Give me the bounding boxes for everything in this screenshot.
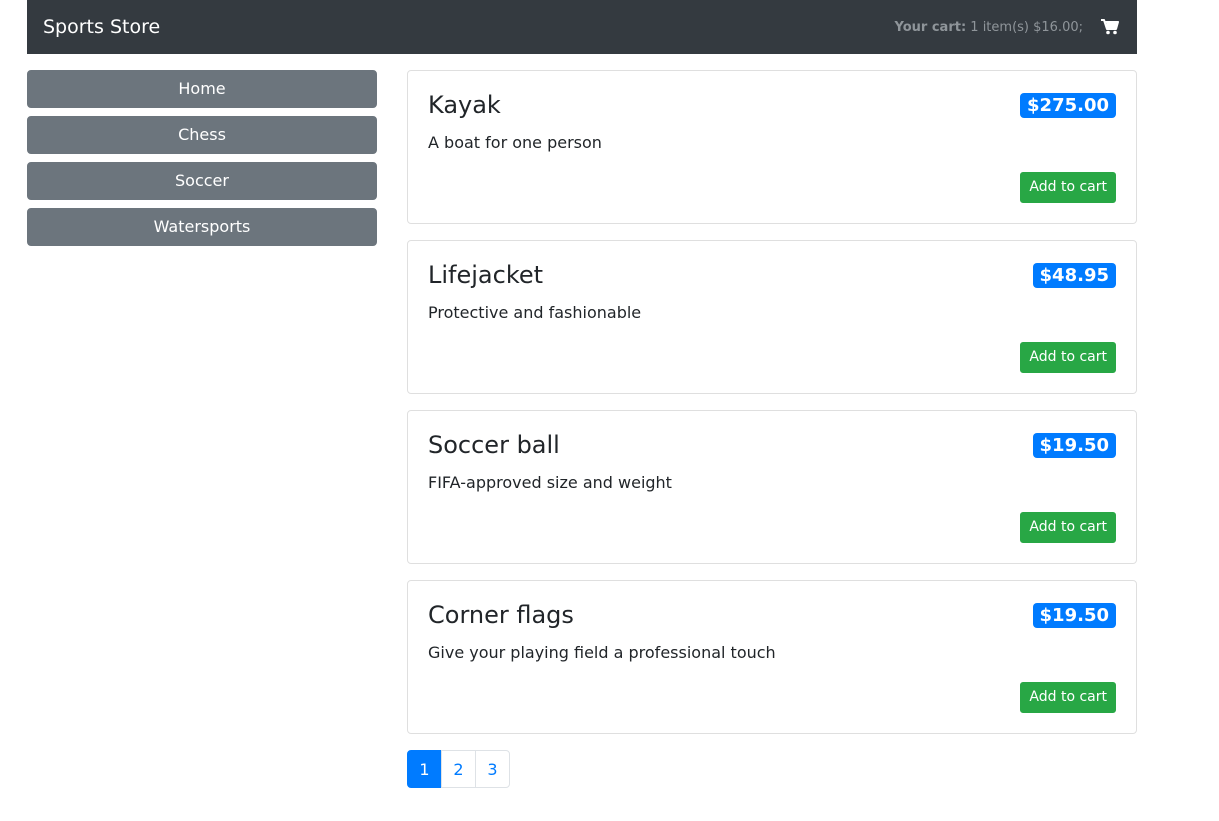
price-badge: $19.50	[1032, 602, 1116, 628]
page-button-2[interactable]: 2	[441, 750, 476, 788]
product-name: Kayak	[428, 91, 501, 119]
product-description: A boat for one person	[428, 133, 602, 152]
product-card: Kayak $275.00 A boat for one person Add …	[407, 70, 1137, 224]
product-card: Lifejacket $48.95 Protective and fashion…	[407, 240, 1137, 394]
product-card: Soccer ball $19.50 FIFA-approved size an…	[407, 410, 1137, 564]
category-button-chess[interactable]: Chess	[27, 116, 377, 154]
category-button-home[interactable]: Home	[27, 70, 377, 108]
add-to-cart-button[interactable]: Add to cart	[1020, 682, 1116, 713]
product-name: Lifejacket	[428, 261, 544, 289]
price-badge: $48.95	[1032, 262, 1116, 288]
page-container: Sports Store Your cart: 1 item(s) $16.00…	[27, 0, 1137, 788]
product-card: Corner flags $19.50 Give your playing fi…	[407, 580, 1137, 734]
cart-details: 1 item(s) $16.00;	[970, 19, 1083, 35]
cart-summary-text: Your cart: 1 item(s) $16.00;	[895, 20, 1084, 35]
price-badge: $275.00	[1020, 92, 1116, 118]
category-sidebar: Home Chess Soccer Watersports	[27, 70, 377, 788]
cart-label: Your cart:	[894, 19, 967, 35]
add-to-cart-button[interactable]: Add to cart	[1020, 512, 1116, 543]
product-description: FIFA-approved size and weight	[428, 473, 672, 492]
product-description: Protective and fashionable	[428, 303, 642, 322]
price-badge: $19.50	[1032, 432, 1116, 458]
product-description: Give your playing field a professional t…	[428, 643, 776, 662]
page-button-1[interactable]: 1	[407, 750, 442, 788]
product-list: Kayak $275.00 A boat for one person Add …	[407, 70, 1137, 788]
add-to-cart-button[interactable]: Add to cart	[1020, 342, 1116, 373]
page-button-3[interactable]: 3	[475, 750, 510, 788]
product-name: Corner flags	[428, 601, 574, 629]
pagination: 1 2 3	[407, 750, 1137, 788]
product-name: Soccer ball	[428, 431, 560, 459]
cart-summary: Your cart: 1 item(s) $16.00;	[895, 16, 1122, 38]
add-to-cart-button[interactable]: Add to cart	[1020, 172, 1116, 203]
shopping-cart-icon[interactable]	[1099, 16, 1121, 38]
category-button-watersports[interactable]: Watersports	[27, 208, 377, 246]
navbar: Sports Store Your cart: 1 item(s) $16.00…	[27, 0, 1137, 54]
category-button-soccer[interactable]: Soccer	[27, 162, 377, 200]
brand-title: Sports Store	[43, 16, 161, 38]
